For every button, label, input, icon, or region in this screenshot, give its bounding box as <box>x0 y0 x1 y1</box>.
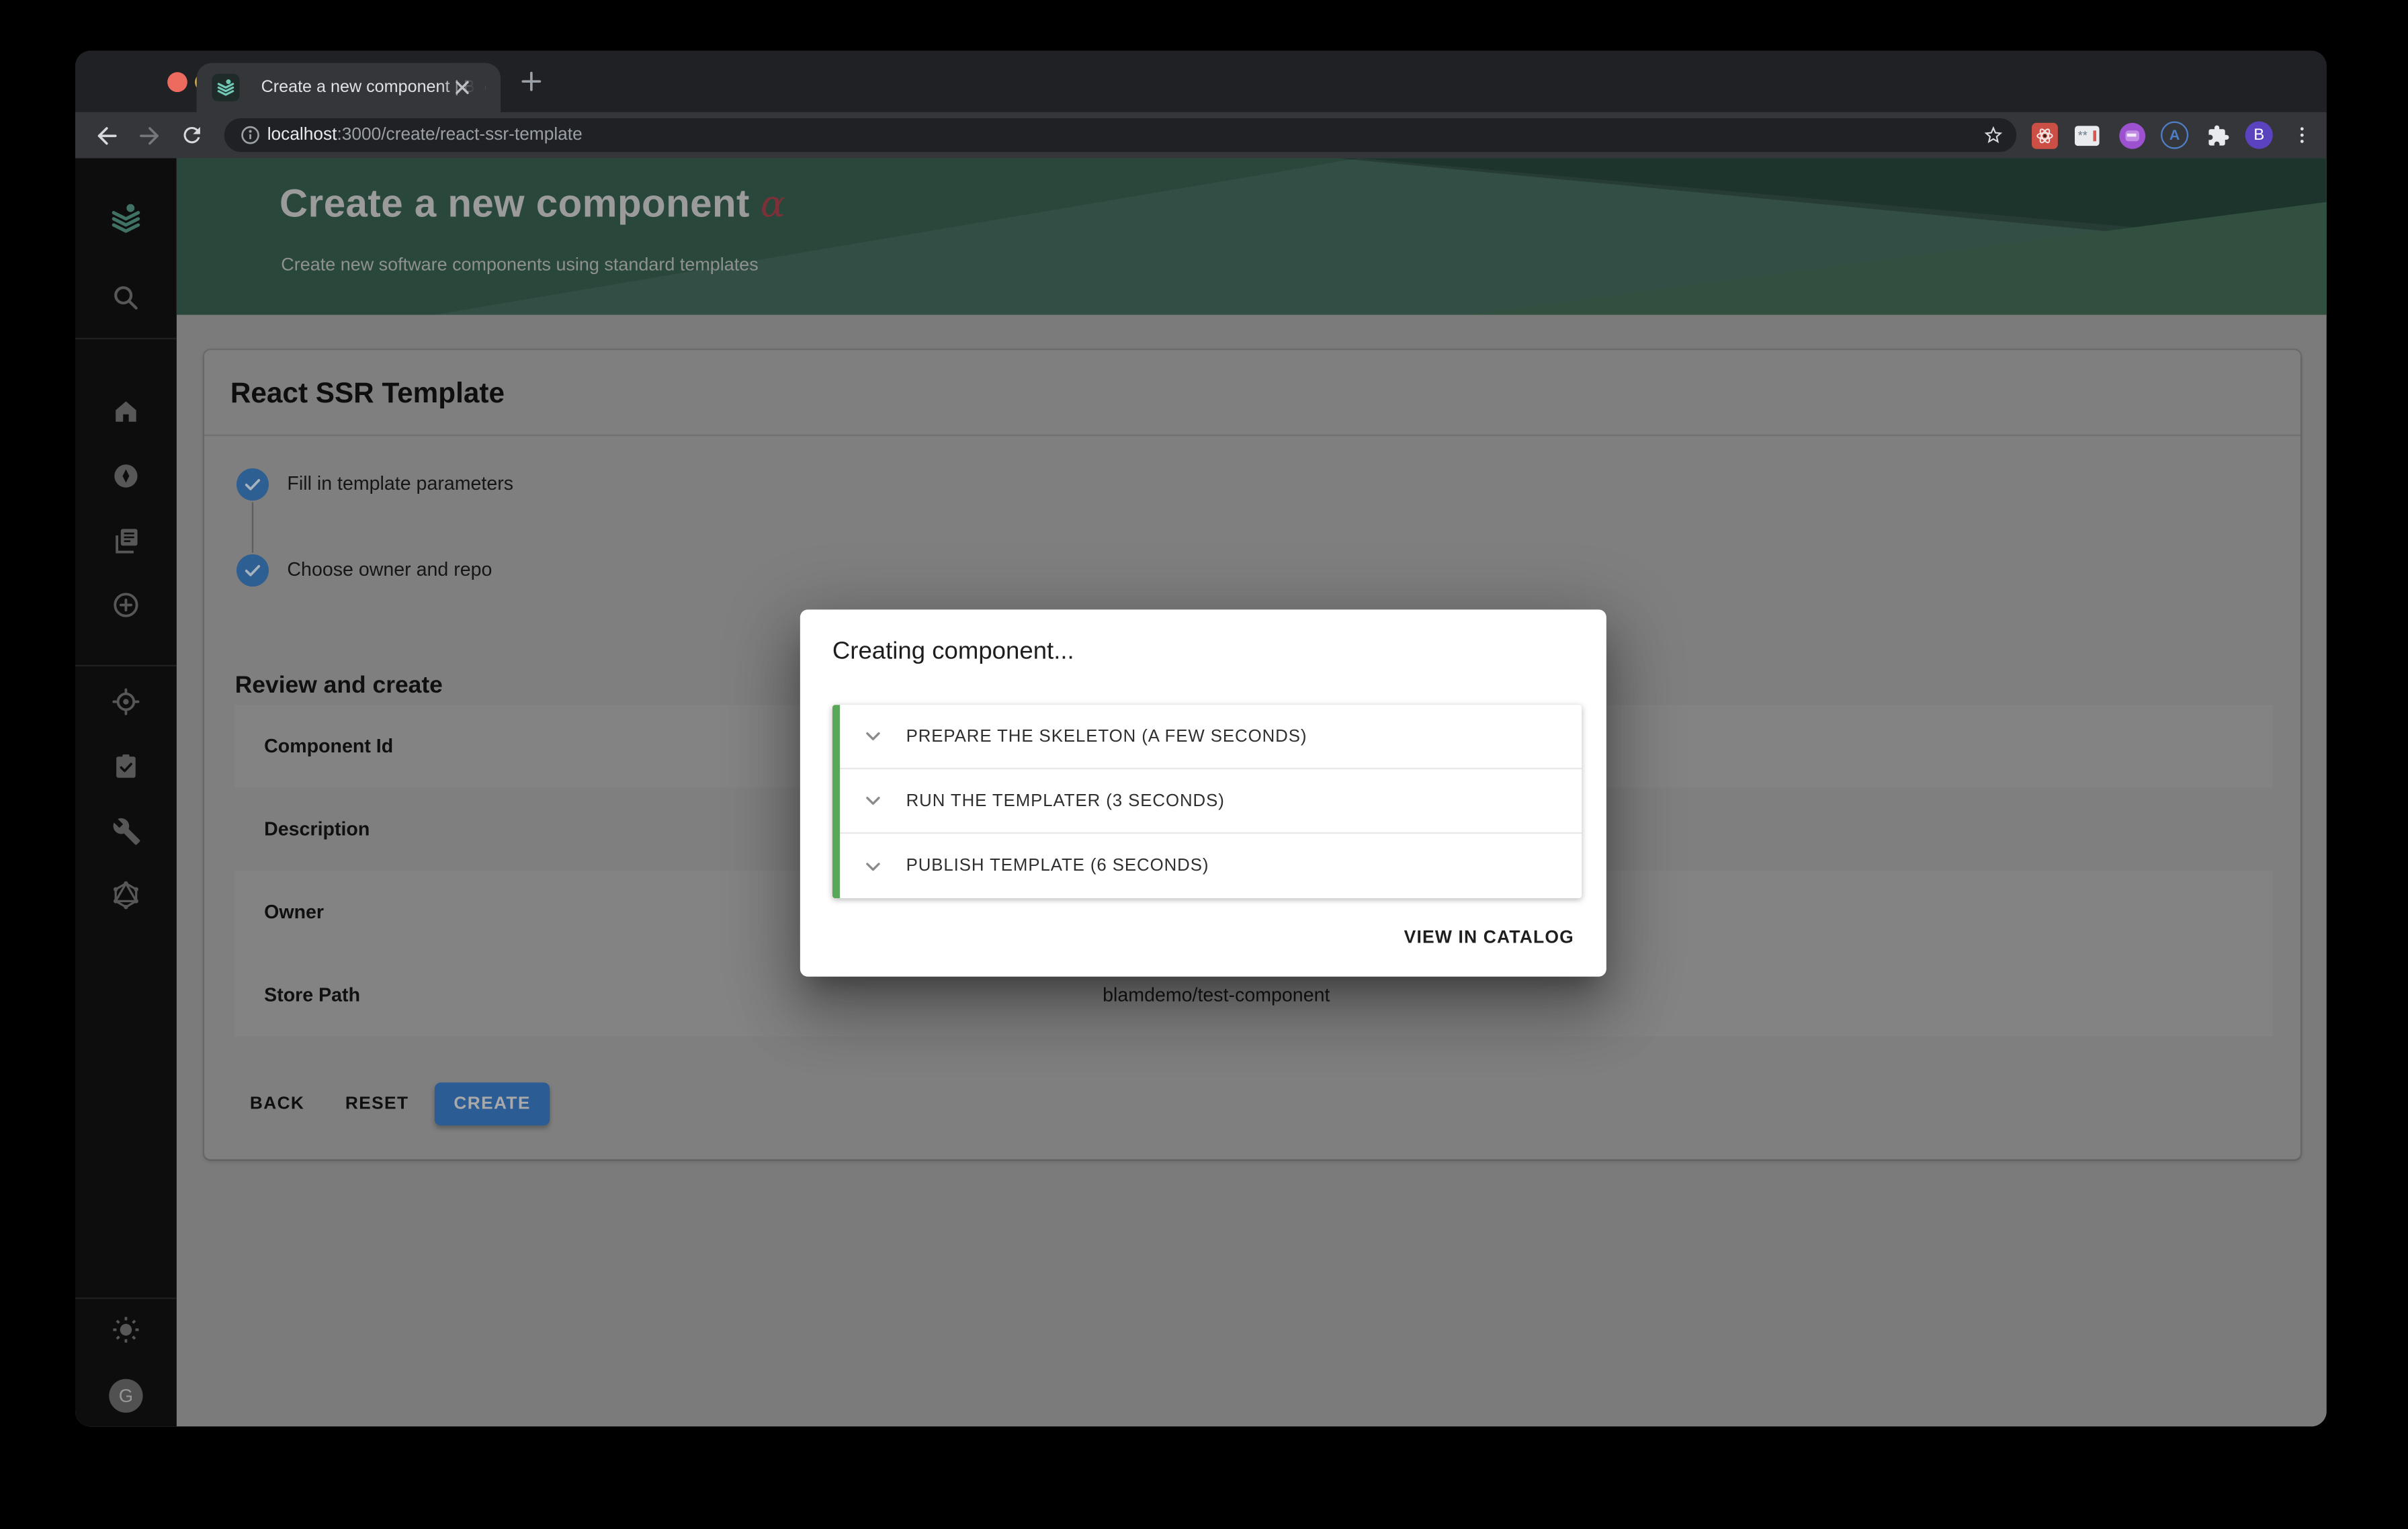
bookmark-star-icon[interactable] <box>1983 124 2004 146</box>
chevron-down-icon <box>860 789 885 814</box>
browser-window: Create a new component | Backstage <box>75 50 2327 1427</box>
url-text: localhost:3000/create/react-ssr-template <box>267 118 583 152</box>
react-devtools-extension-icon[interactable] <box>2028 120 2059 150</box>
profile-extension-icon[interactable] <box>2116 120 2147 150</box>
reload-icon[interactable] <box>173 117 210 154</box>
accessibility-extension-icon[interactable]: A <box>2159 120 2190 150</box>
browser-tab[interactable]: Create a new component | Backstage <box>196 62 501 112</box>
password-manager-extension-icon[interactable]: ** <box>2071 120 2102 150</box>
tab-close-icon[interactable] <box>453 79 471 97</box>
page-info-icon[interactable] <box>240 124 261 146</box>
new-tab-button[interactable] <box>521 71 542 92</box>
back-icon[interactable] <box>87 117 124 154</box>
url-host: localhost <box>267 126 337 144</box>
accordion-item-label: PREPARE THE SKELETON (A FEW SECONDS) <box>906 727 1307 746</box>
forward-icon[interactable] <box>130 117 167 154</box>
accordion-item-label: PUBLISH TEMPLATE (6 SECONDS) <box>906 857 1209 875</box>
chevron-down-icon <box>860 854 885 879</box>
dialog-title: Creating component... <box>832 638 1074 665</box>
chevron-down-icon <box>860 724 885 749</box>
backstage-favicon <box>212 73 240 101</box>
url-path: :3000/create/react-ssr-template <box>337 126 583 144</box>
close-window-button[interactable] <box>167 72 187 93</box>
accordion-item[interactable]: PUBLISH TEMPLATE (6 SECONDS) <box>840 834 1582 898</box>
accordion-item[interactable]: PREPARE THE SKELETON (A FEW SECONDS) <box>840 705 1582 770</box>
accordion-item[interactable]: RUN THE TEMPLATER (3 SECONDS) <box>840 769 1582 834</box>
extensions-puzzle-icon[interactable] <box>2202 120 2233 150</box>
browser-profile-avatar[interactable]: B <box>2243 120 2274 150</box>
task-accordion: PREPARE THE SKELETON (A FEW SECONDS) RUN… <box>832 705 1582 899</box>
accordion-item-label: RUN THE TEMPLATER (3 SECONDS) <box>906 791 1225 810</box>
menu-kebab-icon[interactable] <box>2286 120 2317 150</box>
view-in-catalog-button[interactable]: VIEW IN CATALOG <box>1404 928 1574 948</box>
page-viewport: G Create a new component α Create new sof… <box>75 158 2327 1427</box>
creating-component-dialog: Creating component... PREPARE THE SKELET… <box>800 609 1606 977</box>
address-bar[interactable]: localhost:3000/create/react-ssr-template <box>224 118 2017 152</box>
screen: Create a new component | Backstage <box>0 0 2408 1529</box>
browser-toolbar: localhost:3000/create/react-ssr-template <box>75 112 2327 159</box>
tab-strip: Create a new component | Backstage <box>75 50 2327 112</box>
